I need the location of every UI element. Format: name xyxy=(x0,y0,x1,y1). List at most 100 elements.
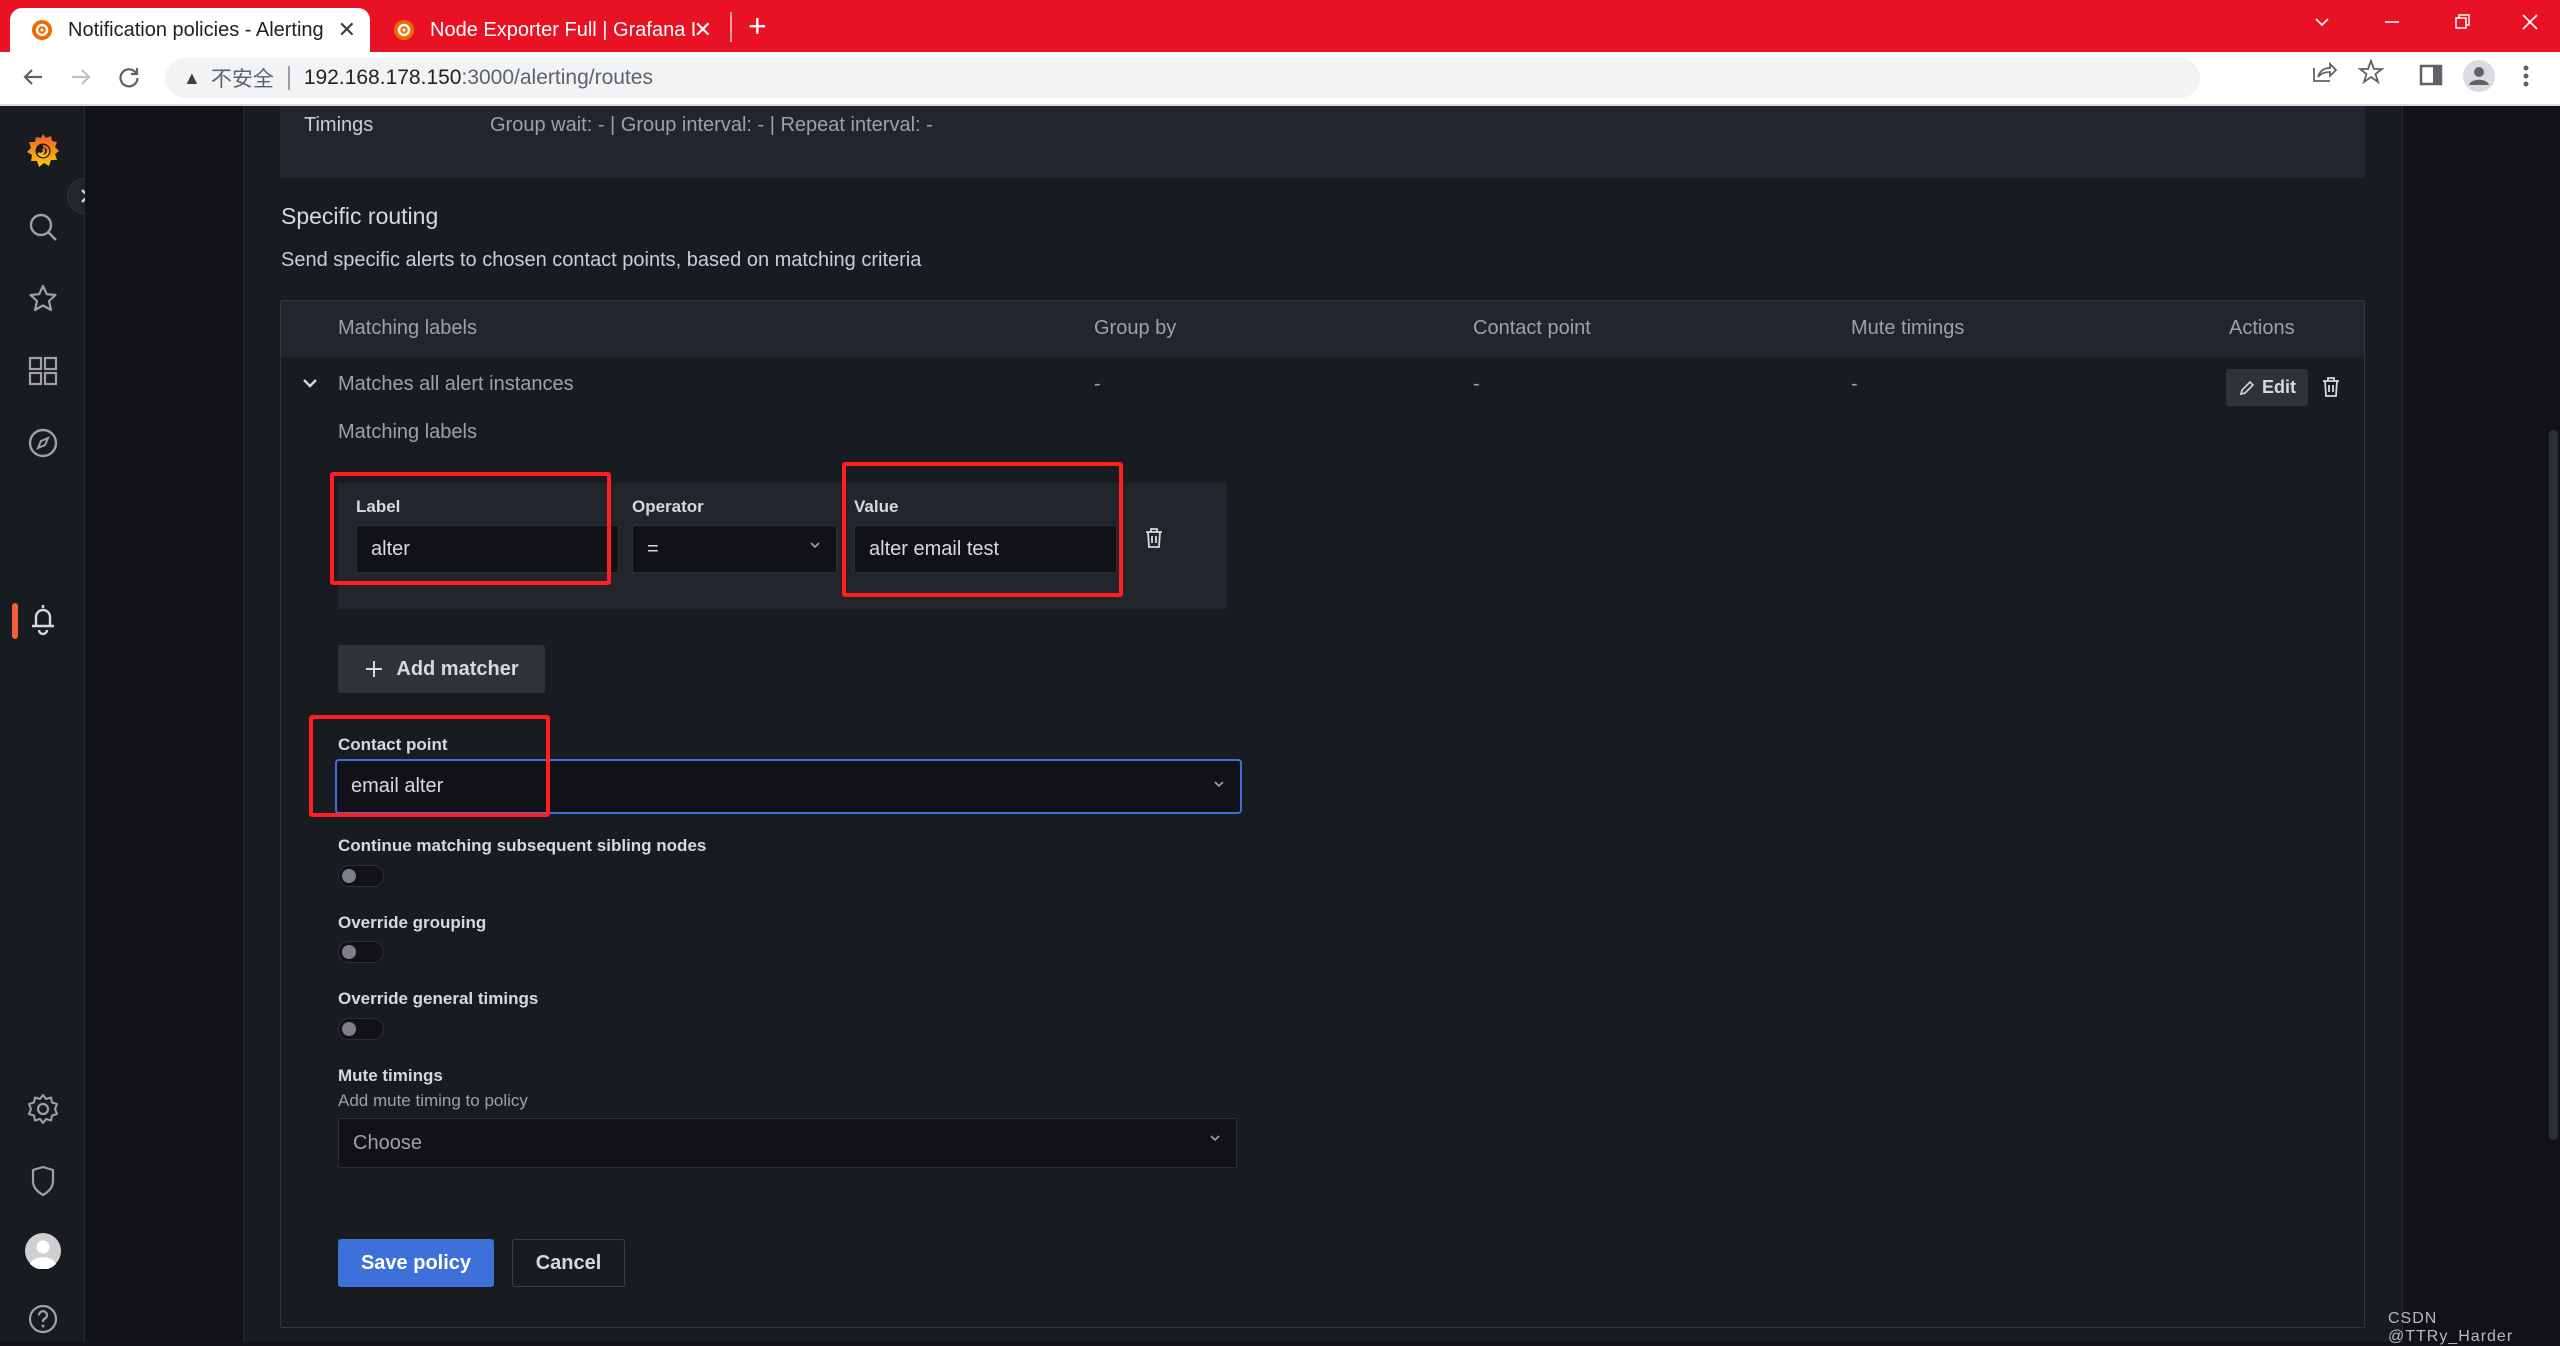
value-field-title: Value xyxy=(854,497,899,516)
collapse-row-chevron-icon[interactable] xyxy=(301,377,319,396)
contact-point-select[interactable]: email alter xyxy=(335,759,1242,814)
toggle-knob xyxy=(342,1022,356,1036)
grafana-logo-icon[interactable] xyxy=(26,134,60,168)
column-header: Actions xyxy=(2229,317,2295,339)
browser-toolbar: ▲ 不安全 192.168.178.150 :3000/alerting/rou… xyxy=(0,52,2560,106)
cancel-button[interactable]: Cancel xyxy=(512,1239,625,1287)
tab-separator xyxy=(730,12,732,42)
bell-icon[interactable] xyxy=(26,602,60,636)
timings-label: Timings xyxy=(304,114,374,136)
star-icon[interactable] xyxy=(26,282,60,316)
row-contact-point: - xyxy=(1473,373,1480,395)
close-window-icon[interactable] xyxy=(2516,8,2544,42)
override-timings-label: Override general timings xyxy=(338,989,539,1008)
section-title: Specific routing xyxy=(281,203,439,229)
forward-arrow-icon[interactable] xyxy=(66,62,96,99)
new-tab-button[interactable]: + xyxy=(748,8,767,44)
mute-timings-description: Add mute timing to policy xyxy=(338,1091,528,1110)
continue-matching-label: Continue matching subsequent sibling nod… xyxy=(338,836,707,855)
grafana-logo-icon xyxy=(394,20,414,40)
mute-timings-placeholder: Choose xyxy=(353,1131,422,1154)
grafana-logo-icon xyxy=(32,20,52,40)
add-matcher-label: Add matcher xyxy=(396,657,519,680)
search-icon[interactable] xyxy=(26,210,60,244)
side-panel-icon[interactable] xyxy=(2418,62,2444,93)
chevron-down-icon xyxy=(1212,777,1226,796)
address-bar[interactable]: ▲ 不安全 192.168.178.150 :3000/alerting/rou… xyxy=(165,58,2200,98)
table-header: Matching labels Group by Contact point M… xyxy=(281,301,2364,357)
restore-icon[interactable] xyxy=(2448,8,2476,42)
minimize-icon[interactable] xyxy=(2378,8,2406,42)
close-tab-icon[interactable]: ✕ xyxy=(338,17,356,43)
row-mute-timings: - xyxy=(1851,373,1858,395)
add-matcher-button[interactable]: Add matcher xyxy=(338,645,545,693)
save-policy-button[interactable]: Save policy xyxy=(338,1239,494,1287)
security-status[interactable]: 不安全 xyxy=(211,63,274,93)
row-matching-labels: Matches all alert instances xyxy=(338,373,574,395)
column-header: Matching labels xyxy=(338,317,477,339)
mute-timings-select[interactable]: Choose xyxy=(338,1118,1237,1168)
mute-timings-title: Mute timings xyxy=(338,1066,443,1085)
chevron-down-icon xyxy=(1208,1131,1222,1150)
profile-avatar-icon[interactable] xyxy=(2462,59,2496,98)
gear-icon[interactable] xyxy=(26,1092,60,1126)
avatar-icon[interactable] xyxy=(24,1232,62,1270)
column-header: Group by xyxy=(1094,317,1177,339)
operator-value: = xyxy=(647,537,659,560)
override-grouping-label: Override grouping xyxy=(338,913,487,932)
toggle-knob xyxy=(342,945,356,959)
continue-matching-toggle[interactable] xyxy=(338,865,384,887)
toggle-knob xyxy=(342,869,356,883)
operator-select[interactable]: = xyxy=(632,525,837,573)
timings-value: Group wait: - | Group interval: - | Repe… xyxy=(490,114,933,136)
page-scrollbar[interactable] xyxy=(2549,430,2558,1140)
browser-tab-node-exporter[interactable]: Node Exporter Full | Grafana Labs ✕ xyxy=(380,8,730,52)
url-path: :3000/alerting/routes xyxy=(461,66,653,89)
address-divider xyxy=(287,66,290,90)
remove-matcher-trash-icon[interactable] xyxy=(1144,526,1164,555)
tab-search-icon[interactable] xyxy=(2308,8,2336,42)
label-input-value: alter xyxy=(371,537,410,560)
contact-point-title: Contact point xyxy=(338,735,448,754)
help-icon[interactable] xyxy=(26,1302,60,1336)
section-description: Send specific alerts to chosen contact p… xyxy=(281,249,922,271)
url-host: 192.168.178.150 xyxy=(303,66,462,89)
page-gutter-left xyxy=(85,106,243,1342)
tab-title: Notification policies - Alerting xyxy=(68,18,324,41)
chevron-down-icon xyxy=(808,538,822,557)
page-gutter-right xyxy=(2403,106,2560,1342)
share-icon[interactable] xyxy=(2310,58,2338,93)
routing-table: Matching labels Group by Contact point M… xyxy=(280,300,2365,1328)
browser-tab-notification-policies[interactable]: Notification policies - Alerting ✕ xyxy=(10,8,370,52)
edit-policy-button[interactable]: Edit xyxy=(2226,369,2308,406)
edit-label: Edit xyxy=(2262,377,2296,397)
label-field-title: Label xyxy=(356,497,401,516)
override-timings-toggle[interactable] xyxy=(338,1018,384,1040)
delete-policy-trash-icon[interactable] xyxy=(2321,375,2341,404)
shield-icon[interactable] xyxy=(26,1164,60,1198)
back-arrow-icon[interactable] xyxy=(18,62,48,99)
reload-icon[interactable] xyxy=(114,62,144,99)
grafana-sidebar xyxy=(0,106,103,1342)
column-header: Mute timings xyxy=(1851,317,1965,339)
close-tab-icon[interactable]: ✕ xyxy=(694,17,712,43)
value-input-value: alter email test xyxy=(869,537,1000,560)
operator-field-title: Operator xyxy=(632,497,704,516)
more-menu-icon[interactable] xyxy=(2520,62,2532,95)
value-input[interactable]: alter email test xyxy=(854,525,1117,573)
apps-grid-icon[interactable] xyxy=(26,354,60,388)
column-header: Contact point xyxy=(1473,317,1591,339)
override-grouping-toggle[interactable] xyxy=(338,941,384,963)
compass-icon[interactable] xyxy=(26,426,60,460)
default-policy-timings: Timings Group wait: - | Group interval: … xyxy=(280,106,2365,178)
plus-icon xyxy=(366,661,383,677)
row-group-by: - xyxy=(1094,373,1101,395)
pencil-icon xyxy=(2239,380,2255,395)
matching-labels-heading: Matching labels xyxy=(338,421,477,443)
contact-point-value: email alter xyxy=(351,775,444,797)
label-input[interactable]: alter xyxy=(356,525,619,573)
bookmark-star-icon[interactable] xyxy=(2357,58,2385,93)
active-indicator xyxy=(12,603,18,639)
watermark: CSDN @TTRy_Harder xyxy=(2388,1310,2514,1345)
browser-tab-strip: Notification policies - Alerting ✕ Node … xyxy=(0,0,2560,52)
